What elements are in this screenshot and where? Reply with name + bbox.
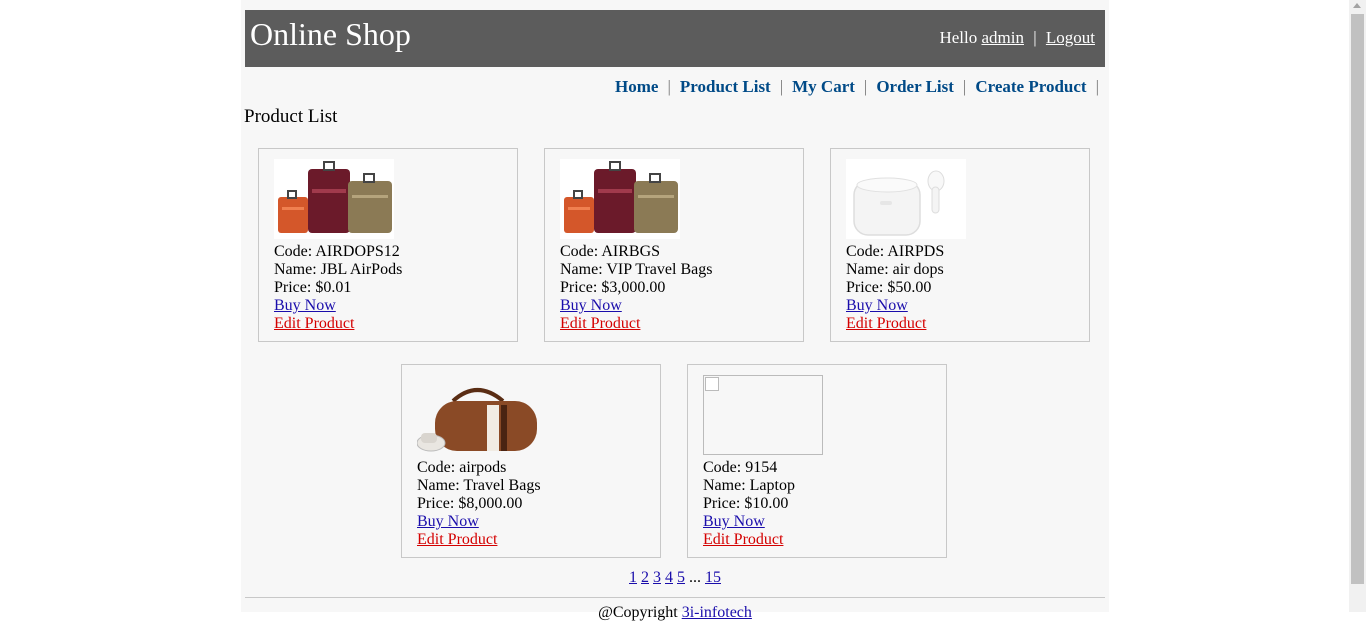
- menu-my-cart[interactable]: My Cart: [792, 77, 855, 96]
- product-name: Name: Travel Bags: [417, 477, 541, 494]
- page-link-last[interactable]: 15: [705, 569, 721, 586]
- menu-create-product[interactable]: Create Product: [975, 77, 1086, 96]
- separator: |: [1033, 28, 1037, 47]
- menu-home[interactable]: Home: [615, 77, 658, 96]
- buy-now-link[interactable]: Buy Now: [274, 297, 402, 315]
- edit-product-link[interactable]: Edit Product: [417, 531, 541, 549]
- product-price: Price: $10.00: [703, 495, 789, 512]
- product-name: Name: air dops: [846, 261, 944, 278]
- menu-separator: |: [962, 77, 967, 96]
- page-container: Online Shop Hello admin | Logout Home | Pr…: [241, 0, 1109, 621]
- page-link-1[interactable]: 1: [629, 569, 637, 586]
- broken-image-glyph: [705, 377, 719, 391]
- menu-separator: |: [863, 77, 868, 96]
- product-info: Code: AIRDOPS12 Name: JBL AirPods Price:…: [274, 243, 402, 333]
- product-code: Code: 9154: [703, 459, 778, 476]
- product-info: Code: airpods Name: Travel Bags Price: $…: [417, 459, 541, 549]
- footer-divider: [245, 597, 1105, 598]
- product-card: Code: airpods Name: Travel Bags Price: $…: [401, 364, 661, 558]
- vertical-scrollbar[interactable]: [1349, 0, 1366, 612]
- broken-image-icon: [703, 375, 823, 455]
- airpods-icon: [846, 159, 966, 239]
- product-card: Code: AIRDOPS12 Name: JBL AirPods Price:…: [258, 148, 518, 342]
- product-code: Code: AIRPDS: [846, 243, 945, 260]
- product-name: Name: JBL AirPods: [274, 261, 403, 278]
- product-price: Price: $0.01: [274, 279, 352, 296]
- scrollbar-thumb[interactable]: [1351, 14, 1364, 584]
- page-link-3[interactable]: 3: [653, 569, 661, 586]
- buy-now-link[interactable]: Buy Now: [417, 513, 541, 531]
- product-code: Code: AIRBGS: [560, 243, 661, 260]
- product-info: Code: AIRPDS Name: air dops Price: $50.0…: [846, 243, 944, 333]
- main-menu: Home | Product List | My Cart | Order List | Cre…: [615, 77, 1099, 97]
- menu-separator: |: [667, 77, 671, 96]
- site-title: Online Shop: [250, 16, 411, 52]
- edit-product-link[interactable]: Edit Product: [560, 315, 712, 333]
- product-code: Code: AIRDOPS12: [274, 243, 400, 260]
- buy-now-link[interactable]: Buy Now: [560, 297, 712, 315]
- product-card: Code: 9154 Name: Laptop Price: $10.00 Bu…: [687, 364, 947, 558]
- product-name: Name: VIP Travel Bags: [560, 261, 713, 278]
- logout-link[interactable]: Logout: [1046, 28, 1095, 47]
- menu-order-list[interactable]: Order List: [876, 77, 954, 96]
- product-code: Code: airpods: [417, 459, 507, 476]
- product-price: Price: $3,000.00: [560, 279, 666, 296]
- product-name: Name: Laptop: [703, 477, 795, 494]
- page-link-5[interactable]: 5: [677, 569, 685, 586]
- buy-now-link[interactable]: Buy Now: [846, 297, 944, 315]
- product-price: Price: $50.00: [846, 279, 932, 296]
- page-link-2[interactable]: 2: [641, 569, 649, 586]
- product-price: Price: $8,000.00: [417, 495, 523, 512]
- copyright-text: @Copyright: [598, 604, 678, 621]
- username-link[interactable]: admin: [981, 28, 1024, 47]
- pagination-ellipsis: ...: [689, 569, 701, 586]
- product-info: Code: AIRBGS Name: VIP Travel Bags Price…: [560, 243, 712, 333]
- menu-product-list[interactable]: Product List: [680, 77, 771, 96]
- footer: @Copyright 3i-infotech: [241, 604, 1109, 622]
- page-title: Product List: [244, 106, 338, 127]
- scroll-up-icon[interactable]: [1353, 3, 1361, 8]
- pagination: 1 2 3 4 5 ... 15: [241, 569, 1109, 587]
- menu-separator: |: [779, 77, 784, 96]
- footer-link[interactable]: 3i-infotech: [682, 604, 752, 621]
- page-link-4[interactable]: 4: [665, 569, 673, 586]
- site-header: Online Shop Hello admin | Logout: [245, 10, 1105, 67]
- edit-product-link[interactable]: Edit Product: [846, 315, 944, 333]
- product-info: Code: 9154 Name: Laptop Price: $10.00 Bu…: [703, 459, 795, 549]
- edit-product-link[interactable]: Edit Product: [274, 315, 402, 333]
- duffel-bag-icon: [417, 375, 537, 455]
- luggage-set-icon: [274, 159, 394, 239]
- luggage-set-icon: [560, 159, 680, 239]
- product-card: Code: AIRBGS Name: VIP Travel Bags Price…: [544, 148, 804, 342]
- product-card: Code: AIRPDS Name: air dops Price: $50.0…: [830, 148, 1090, 342]
- buy-now-link[interactable]: Buy Now: [703, 513, 795, 531]
- greeting-text: Hello: [939, 28, 978, 47]
- edit-product-link[interactable]: Edit Product: [703, 531, 795, 549]
- user-area: Hello admin | Logout: [939, 28, 1095, 48]
- menu-separator: |: [1095, 77, 1099, 96]
